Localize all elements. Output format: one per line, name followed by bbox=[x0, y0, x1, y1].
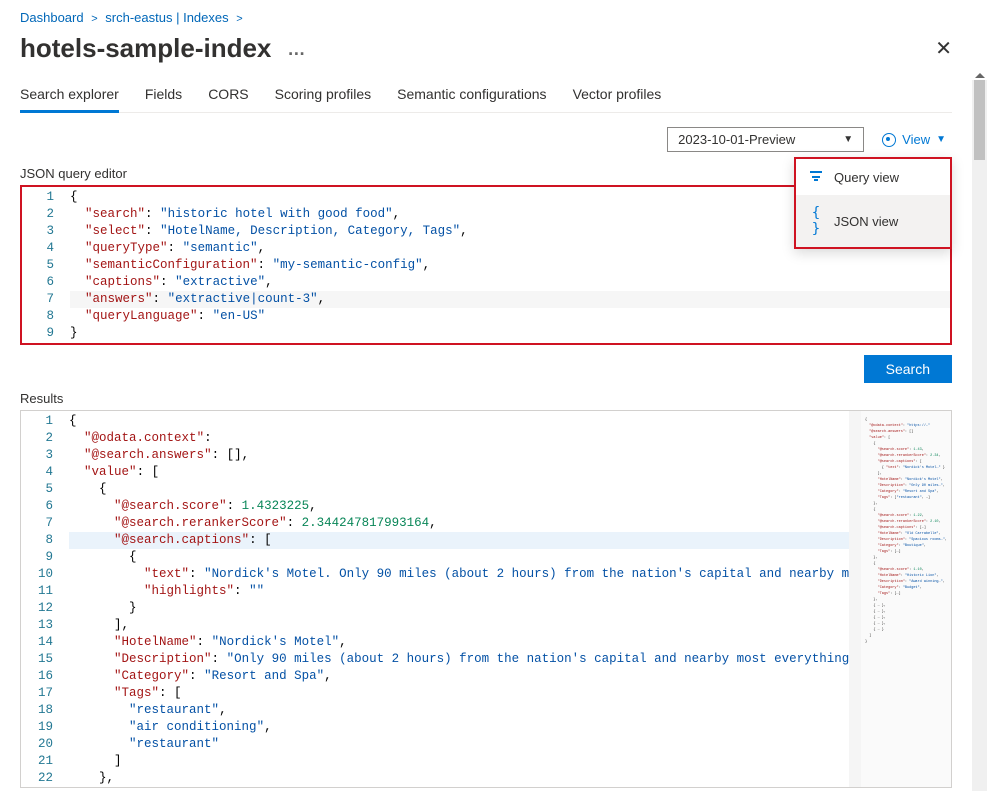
line-gutter: 12345678910111213141516171819202122 bbox=[21, 411, 61, 788]
breadcrumb-link-dashboard[interactable]: Dashboard bbox=[20, 10, 84, 25]
braces-icon: { } bbox=[808, 205, 824, 237]
tab-vector-profiles[interactable]: Vector profiles bbox=[573, 80, 662, 112]
editor-minimap[interactable]: { "@odata.context": "https://…" "@search… bbox=[861, 411, 951, 787]
eye-icon bbox=[882, 133, 896, 147]
results-label: Results bbox=[20, 391, 952, 406]
line-gutter: 123456789 bbox=[22, 187, 62, 344]
tab-search-explorer[interactable]: Search explorer bbox=[20, 80, 119, 112]
view-dropdown-menu: Query view { } JSON view bbox=[794, 157, 952, 249]
chevron-down-icon: ▼ bbox=[843, 134, 853, 145]
view-dropdown-button[interactable]: View ▼ bbox=[876, 128, 952, 151]
results-code[interactable]: { "@odata.context": "@search.answers": [… bbox=[61, 411, 951, 788]
close-button[interactable]: ✕ bbox=[935, 36, 952, 61]
tab-fields[interactable]: Fields bbox=[145, 80, 182, 112]
tab-cors[interactable]: CORS bbox=[208, 80, 248, 112]
breadcrumb-link-resource[interactable]: srch-eastus | Indexes bbox=[105, 10, 228, 25]
page-scrollbar[interactable] bbox=[972, 80, 987, 791]
api-version-select[interactable]: 2023-10-01-Preview ▼ bbox=[667, 127, 864, 152]
more-actions-icon[interactable]: … bbox=[287, 44, 305, 54]
view-option-json[interactable]: { } JSON view bbox=[796, 195, 950, 247]
page-title: hotels-sample-index … bbox=[20, 33, 305, 64]
editor-scrollbar[interactable] bbox=[849, 411, 861, 787]
results-editor[interactable]: 12345678910111213141516171819202122 { "@… bbox=[20, 410, 952, 788]
breadcrumb: Dashboard > srch-eastus | Indexes > bbox=[20, 8, 952, 31]
view-option-query[interactable]: Query view bbox=[796, 159, 950, 195]
search-button[interactable]: Search bbox=[864, 355, 952, 383]
chevron-down-icon: ▼ bbox=[936, 134, 946, 145]
filter-icon bbox=[810, 171, 822, 181]
tab-bar: Search explorer Fields CORS Scoring prof… bbox=[20, 80, 952, 113]
tab-scoring-profiles[interactable]: Scoring profiles bbox=[275, 80, 372, 112]
tab-semantic-configurations[interactable]: Semantic configurations bbox=[397, 80, 546, 112]
